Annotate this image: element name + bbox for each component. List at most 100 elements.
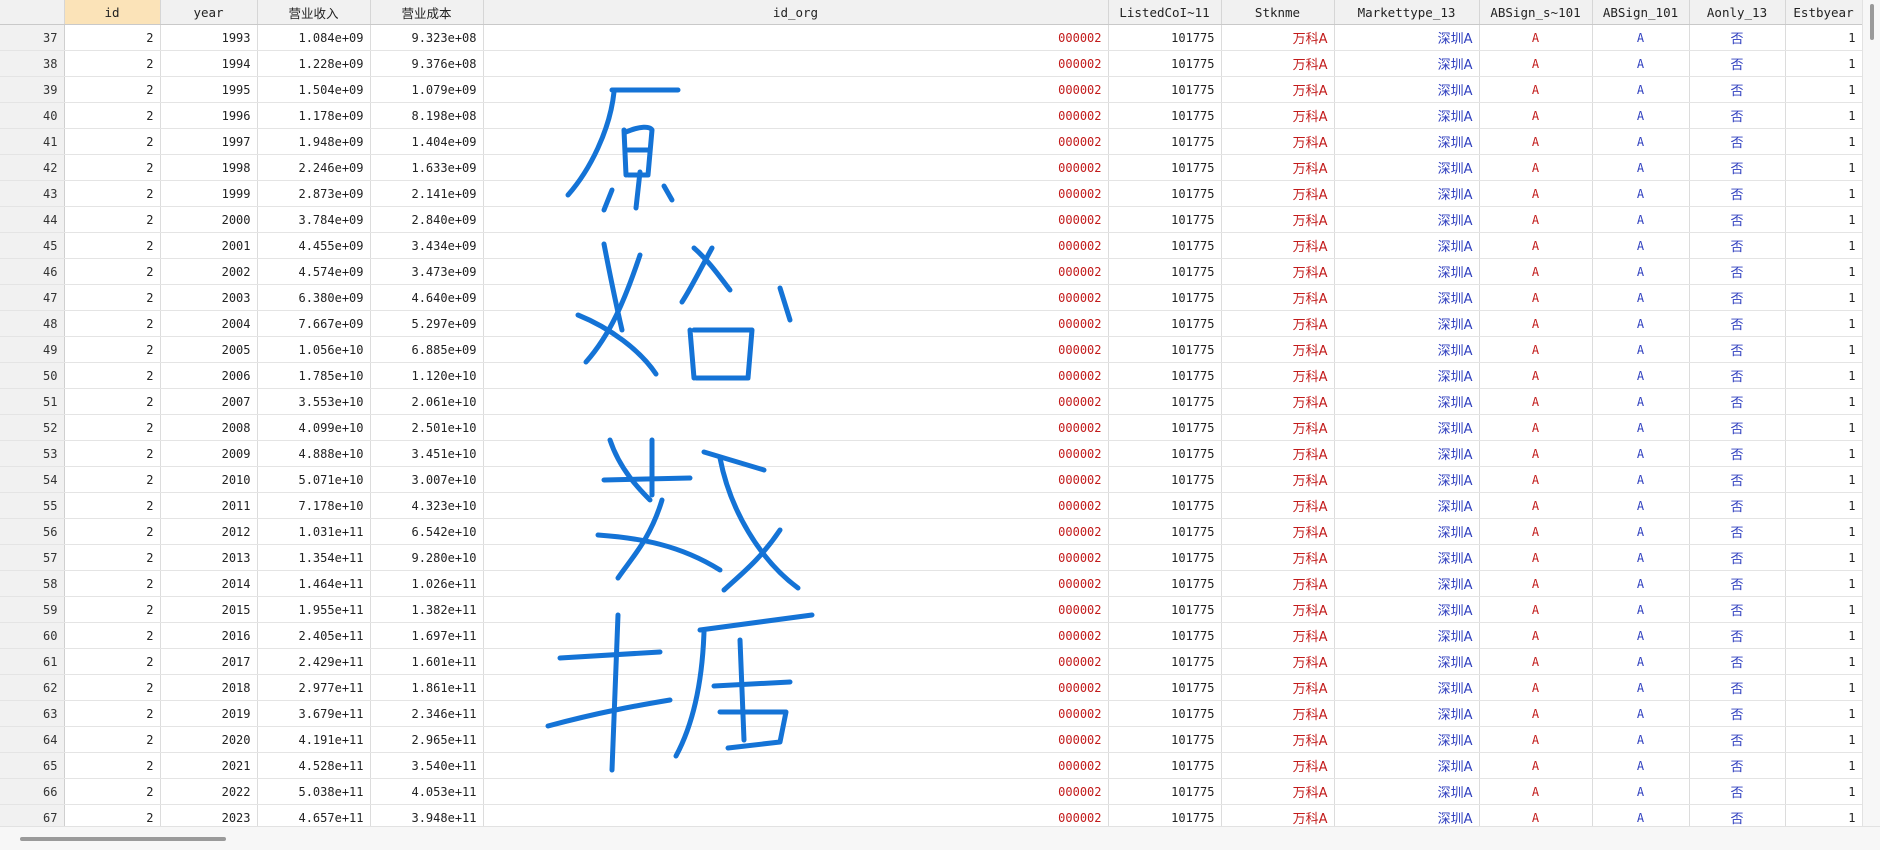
cell-aonly[interactable]: 否 (1689, 726, 1786, 753)
cell-estbyear[interactable]: 1 (1785, 518, 1862, 545)
cell-absign_s[interactable]: A (1479, 258, 1593, 285)
cell-absign_s[interactable]: A (1479, 128, 1593, 155)
cell-id_org[interactable]: 000002 (483, 154, 1109, 181)
cell-id_org[interactable]: 000002 (483, 24, 1109, 51)
row-number[interactable]: 42 (0, 154, 65, 181)
cell-absign_s[interactable]: A (1479, 102, 1593, 129)
cell-stknme[interactable]: 万科A (1221, 518, 1335, 545)
cell-listed[interactable]: 101775 (1108, 154, 1222, 181)
cell-id_org[interactable]: 000002 (483, 648, 1109, 675)
cell-markettype[interactable]: 深圳A (1334, 492, 1480, 519)
cell-markettype[interactable]: 深圳A (1334, 648, 1480, 675)
data-browser-grid[interactable]: id year 营业收入 营业成本 id_org ListedCoI~11 Stknme Ma… (0, 0, 1862, 826)
cell-aonly[interactable]: 否 (1689, 154, 1786, 181)
cell-id[interactable]: 2 (64, 180, 161, 207)
cell-year[interactable]: 2018 (160, 674, 258, 701)
cell-listed[interactable]: 101775 (1108, 544, 1222, 571)
cell-cost[interactable]: 1.601e+11 (370, 648, 484, 675)
cell-year[interactable]: 2002 (160, 258, 258, 285)
cell-id_org[interactable]: 000002 (483, 50, 1109, 77)
cell-stknme[interactable]: 万科A (1221, 180, 1335, 207)
cell-year[interactable]: 2006 (160, 362, 258, 389)
column-header-absign[interactable]: ABSign_101 (1592, 0, 1690, 25)
cell-id_org[interactable]: 000002 (483, 388, 1109, 415)
cell-absign_s[interactable]: A (1479, 648, 1593, 675)
cell-id[interactable]: 2 (64, 700, 161, 727)
table-row[interactable]: 58 2 2014 1.464e+11 1.026e+11 000002 101775 万科A… (0, 570, 1862, 597)
cell-revenue[interactable]: 1.178e+09 (257, 102, 371, 129)
cell-estbyear[interactable]: 1 (1785, 102, 1862, 129)
cell-id[interactable]: 2 (64, 24, 161, 51)
cell-listed[interactable]: 101775 (1108, 388, 1222, 415)
cell-absign[interactable]: A (1592, 622, 1690, 649)
cell-aonly[interactable]: 否 (1689, 362, 1786, 389)
cell-estbyear[interactable]: 1 (1785, 492, 1862, 519)
cell-revenue[interactable]: 7.178e+10 (257, 492, 371, 519)
cell-cost[interactable]: 3.007e+10 (370, 466, 484, 493)
row-number[interactable]: 56 (0, 518, 65, 545)
cell-stknme[interactable]: 万科A (1221, 310, 1335, 337)
column-header-absign_s[interactable]: ABSign_s~101 (1479, 0, 1593, 25)
cell-listed[interactable]: 101775 (1108, 258, 1222, 285)
cell-markettype[interactable]: 深圳A (1334, 50, 1480, 77)
cell-year[interactable]: 2021 (160, 752, 258, 779)
cell-id[interactable]: 2 (64, 466, 161, 493)
cell-estbyear[interactable]: 1 (1785, 232, 1862, 259)
cell-absign_s[interactable]: A (1479, 180, 1593, 207)
row-number[interactable]: 45 (0, 232, 65, 259)
cell-absign[interactable]: A (1592, 50, 1690, 77)
cell-absign[interactable]: A (1592, 674, 1690, 701)
cell-markettype[interactable]: 深圳A (1334, 414, 1480, 441)
cell-aonly[interactable]: 否 (1689, 232, 1786, 259)
cell-id[interactable]: 2 (64, 596, 161, 623)
cell-stknme[interactable]: 万科A (1221, 622, 1335, 649)
cell-absign[interactable]: A (1592, 76, 1690, 103)
cell-absign_s[interactable]: A (1479, 336, 1593, 363)
cell-markettype[interactable]: 深圳A (1334, 544, 1480, 571)
cell-stknme[interactable]: 万科A (1221, 492, 1335, 519)
cell-absign_s[interactable]: A (1479, 284, 1593, 311)
cell-aonly[interactable]: 否 (1689, 310, 1786, 337)
row-number[interactable]: 39 (0, 76, 65, 103)
cell-year[interactable]: 2012 (160, 518, 258, 545)
cell-aonly[interactable]: 否 (1689, 648, 1786, 675)
cell-id[interactable]: 2 (64, 154, 161, 181)
cell-id[interactable]: 2 (64, 492, 161, 519)
row-number[interactable]: 44 (0, 206, 65, 233)
cell-listed[interactable]: 101775 (1108, 492, 1222, 519)
cell-markettype[interactable]: 深圳A (1334, 752, 1480, 779)
column-header-markettype[interactable]: Markettype_13 (1334, 0, 1480, 25)
cell-markettype[interactable]: 深圳A (1334, 726, 1480, 753)
cell-listed[interactable]: 101775 (1108, 102, 1222, 129)
cell-year[interactable]: 1995 (160, 76, 258, 103)
cell-cost[interactable]: 3.451e+10 (370, 440, 484, 467)
row-number[interactable]: 66 (0, 778, 65, 805)
cell-id_org[interactable]: 000002 (483, 128, 1109, 155)
cell-estbyear[interactable]: 1 (1785, 336, 1862, 363)
cell-cost[interactable]: 8.198e+08 (370, 102, 484, 129)
cell-estbyear[interactable]: 1 (1785, 154, 1862, 181)
cell-revenue[interactable]: 4.191e+11 (257, 726, 371, 753)
table-row[interactable]: 39 2 1995 1.504e+09 1.079e+09 000002 101775 万科A… (0, 76, 1862, 103)
cell-aonly[interactable]: 否 (1689, 258, 1786, 285)
cell-absign[interactable]: A (1592, 362, 1690, 389)
cell-markettype[interactable]: 深圳A (1334, 232, 1480, 259)
cell-year[interactable]: 2000 (160, 206, 258, 233)
horizontal-scrollbar[interactable] (0, 826, 1880, 850)
cell-id_org[interactable]: 000002 (483, 180, 1109, 207)
cell-year[interactable]: 2014 (160, 570, 258, 597)
cell-revenue[interactable]: 1.504e+09 (257, 76, 371, 103)
cell-id[interactable]: 2 (64, 128, 161, 155)
cell-year[interactable]: 1993 (160, 24, 258, 51)
row-number[interactable]: 53 (0, 440, 65, 467)
cell-listed[interactable]: 101775 (1108, 362, 1222, 389)
cell-listed[interactable]: 101775 (1108, 180, 1222, 207)
cell-stknme[interactable]: 万科A (1221, 440, 1335, 467)
cell-cost[interactable]: 1.382e+11 (370, 596, 484, 623)
cell-absign[interactable]: A (1592, 414, 1690, 441)
cell-id[interactable]: 2 (64, 50, 161, 77)
table-row[interactable]: 40 2 1996 1.178e+09 8.198e+08 000002 101775 万科A… (0, 102, 1862, 129)
cell-absign_s[interactable]: A (1479, 206, 1593, 233)
cell-stknme[interactable]: 万科A (1221, 596, 1335, 623)
cell-absign_s[interactable]: A (1479, 154, 1593, 181)
